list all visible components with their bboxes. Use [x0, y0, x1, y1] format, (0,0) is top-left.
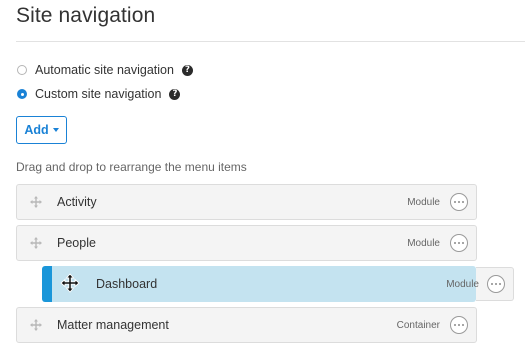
menu-item-type: Module: [446, 278, 479, 290]
drop-placeholder: [476, 267, 514, 301]
title-divider: [16, 41, 525, 42]
add-button[interactable]: Add: [16, 116, 67, 144]
more-options-icon[interactable]: [450, 316, 468, 334]
menu-item-type: Module: [407, 196, 440, 208]
menu-item-label: Dashboard: [96, 277, 158, 291]
more-options-icon: [487, 275, 505, 293]
menu-item-type: Module: [407, 237, 440, 249]
more-options-icon[interactable]: [450, 193, 468, 211]
drag-hint: Drag and drop to rearrange the menu item…: [16, 160, 247, 174]
help-icon[interactable]: ?: [181, 64, 193, 76]
custom-navigation-label[interactable]: Custom site navigation: [35, 87, 161, 101]
menu-item-matter-management[interactable]: Matter management Container: [16, 307, 477, 343]
move-cursor-icon: [60, 273, 80, 293]
drag-handle-icon[interactable]: [29, 236, 43, 250]
menu-item-label: Activity: [57, 195, 97, 209]
automatic-navigation-option[interactable]: Automatic site navigation ?: [17, 63, 193, 77]
menu-item-label: People: [57, 236, 96, 250]
add-button-label: Add: [24, 123, 49, 137]
menu-item-people[interactable]: People Module: [16, 225, 477, 261]
help-icon[interactable]: ?: [169, 88, 181, 100]
custom-navigation-radio[interactable]: [17, 89, 27, 99]
menu-item-dashboard[interactable]: Dashboard Module: [42, 266, 479, 302]
menu-item-type: Container: [396, 319, 440, 331]
menu-item-label: Matter management: [57, 318, 169, 332]
more-options-icon[interactable]: [450, 234, 468, 252]
automatic-navigation-radio[interactable]: [17, 65, 27, 75]
drag-handle-icon[interactable]: [29, 195, 43, 209]
automatic-navigation-label[interactable]: Automatic site navigation: [35, 63, 174, 77]
caret-down-icon: [52, 128, 59, 132]
page-title: Site navigation: [16, 4, 156, 27]
menu-item-activity[interactable]: Activity Module: [16, 184, 477, 220]
custom-navigation-option[interactable]: Custom site navigation ?: [17, 87, 181, 101]
drag-handle-icon[interactable]: [29, 318, 43, 332]
